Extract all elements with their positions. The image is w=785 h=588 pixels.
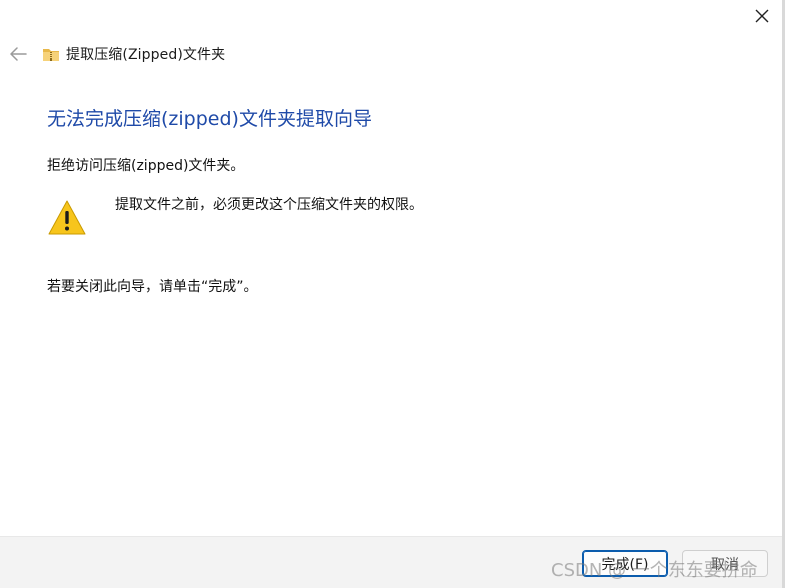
close-instruction: 若要关闭此向导，请单击“完成”。 — [47, 279, 258, 295]
wizard-footer: 完成(F) 取消 — [0, 536, 782, 588]
warning-icon — [48, 200, 86, 235]
extract-wizard-window: 提取压缩(Zipped)文件夹 无法完成压缩(zipped)文件夹提取向导 拒绝… — [0, 0, 785, 588]
warning-block — [47, 198, 87, 238]
access-denied-message: 拒绝访问压缩(zipped)文件夹。 — [47, 158, 245, 174]
close-icon — [755, 9, 769, 23]
wizard-heading: 无法完成压缩(zipped)文件夹提取向导 — [47, 108, 372, 130]
warning-text: 提取文件之前，必须更改这个压缩文件夹的权限。 — [115, 197, 423, 213]
window-title: 提取压缩(Zipped)文件夹 — [66, 47, 226, 63]
back-arrow-icon — [10, 47, 27, 61]
wizard-header: 提取压缩(Zipped)文件夹 — [6, 42, 225, 66]
zip-folder-icon — [43, 49, 59, 61]
close-button[interactable] — [749, 3, 775, 29]
back-button[interactable] — [6, 42, 30, 66]
finish-button[interactable]: 完成(F) — [582, 550, 668, 577]
cancel-button[interactable]: 取消 — [682, 550, 768, 577]
